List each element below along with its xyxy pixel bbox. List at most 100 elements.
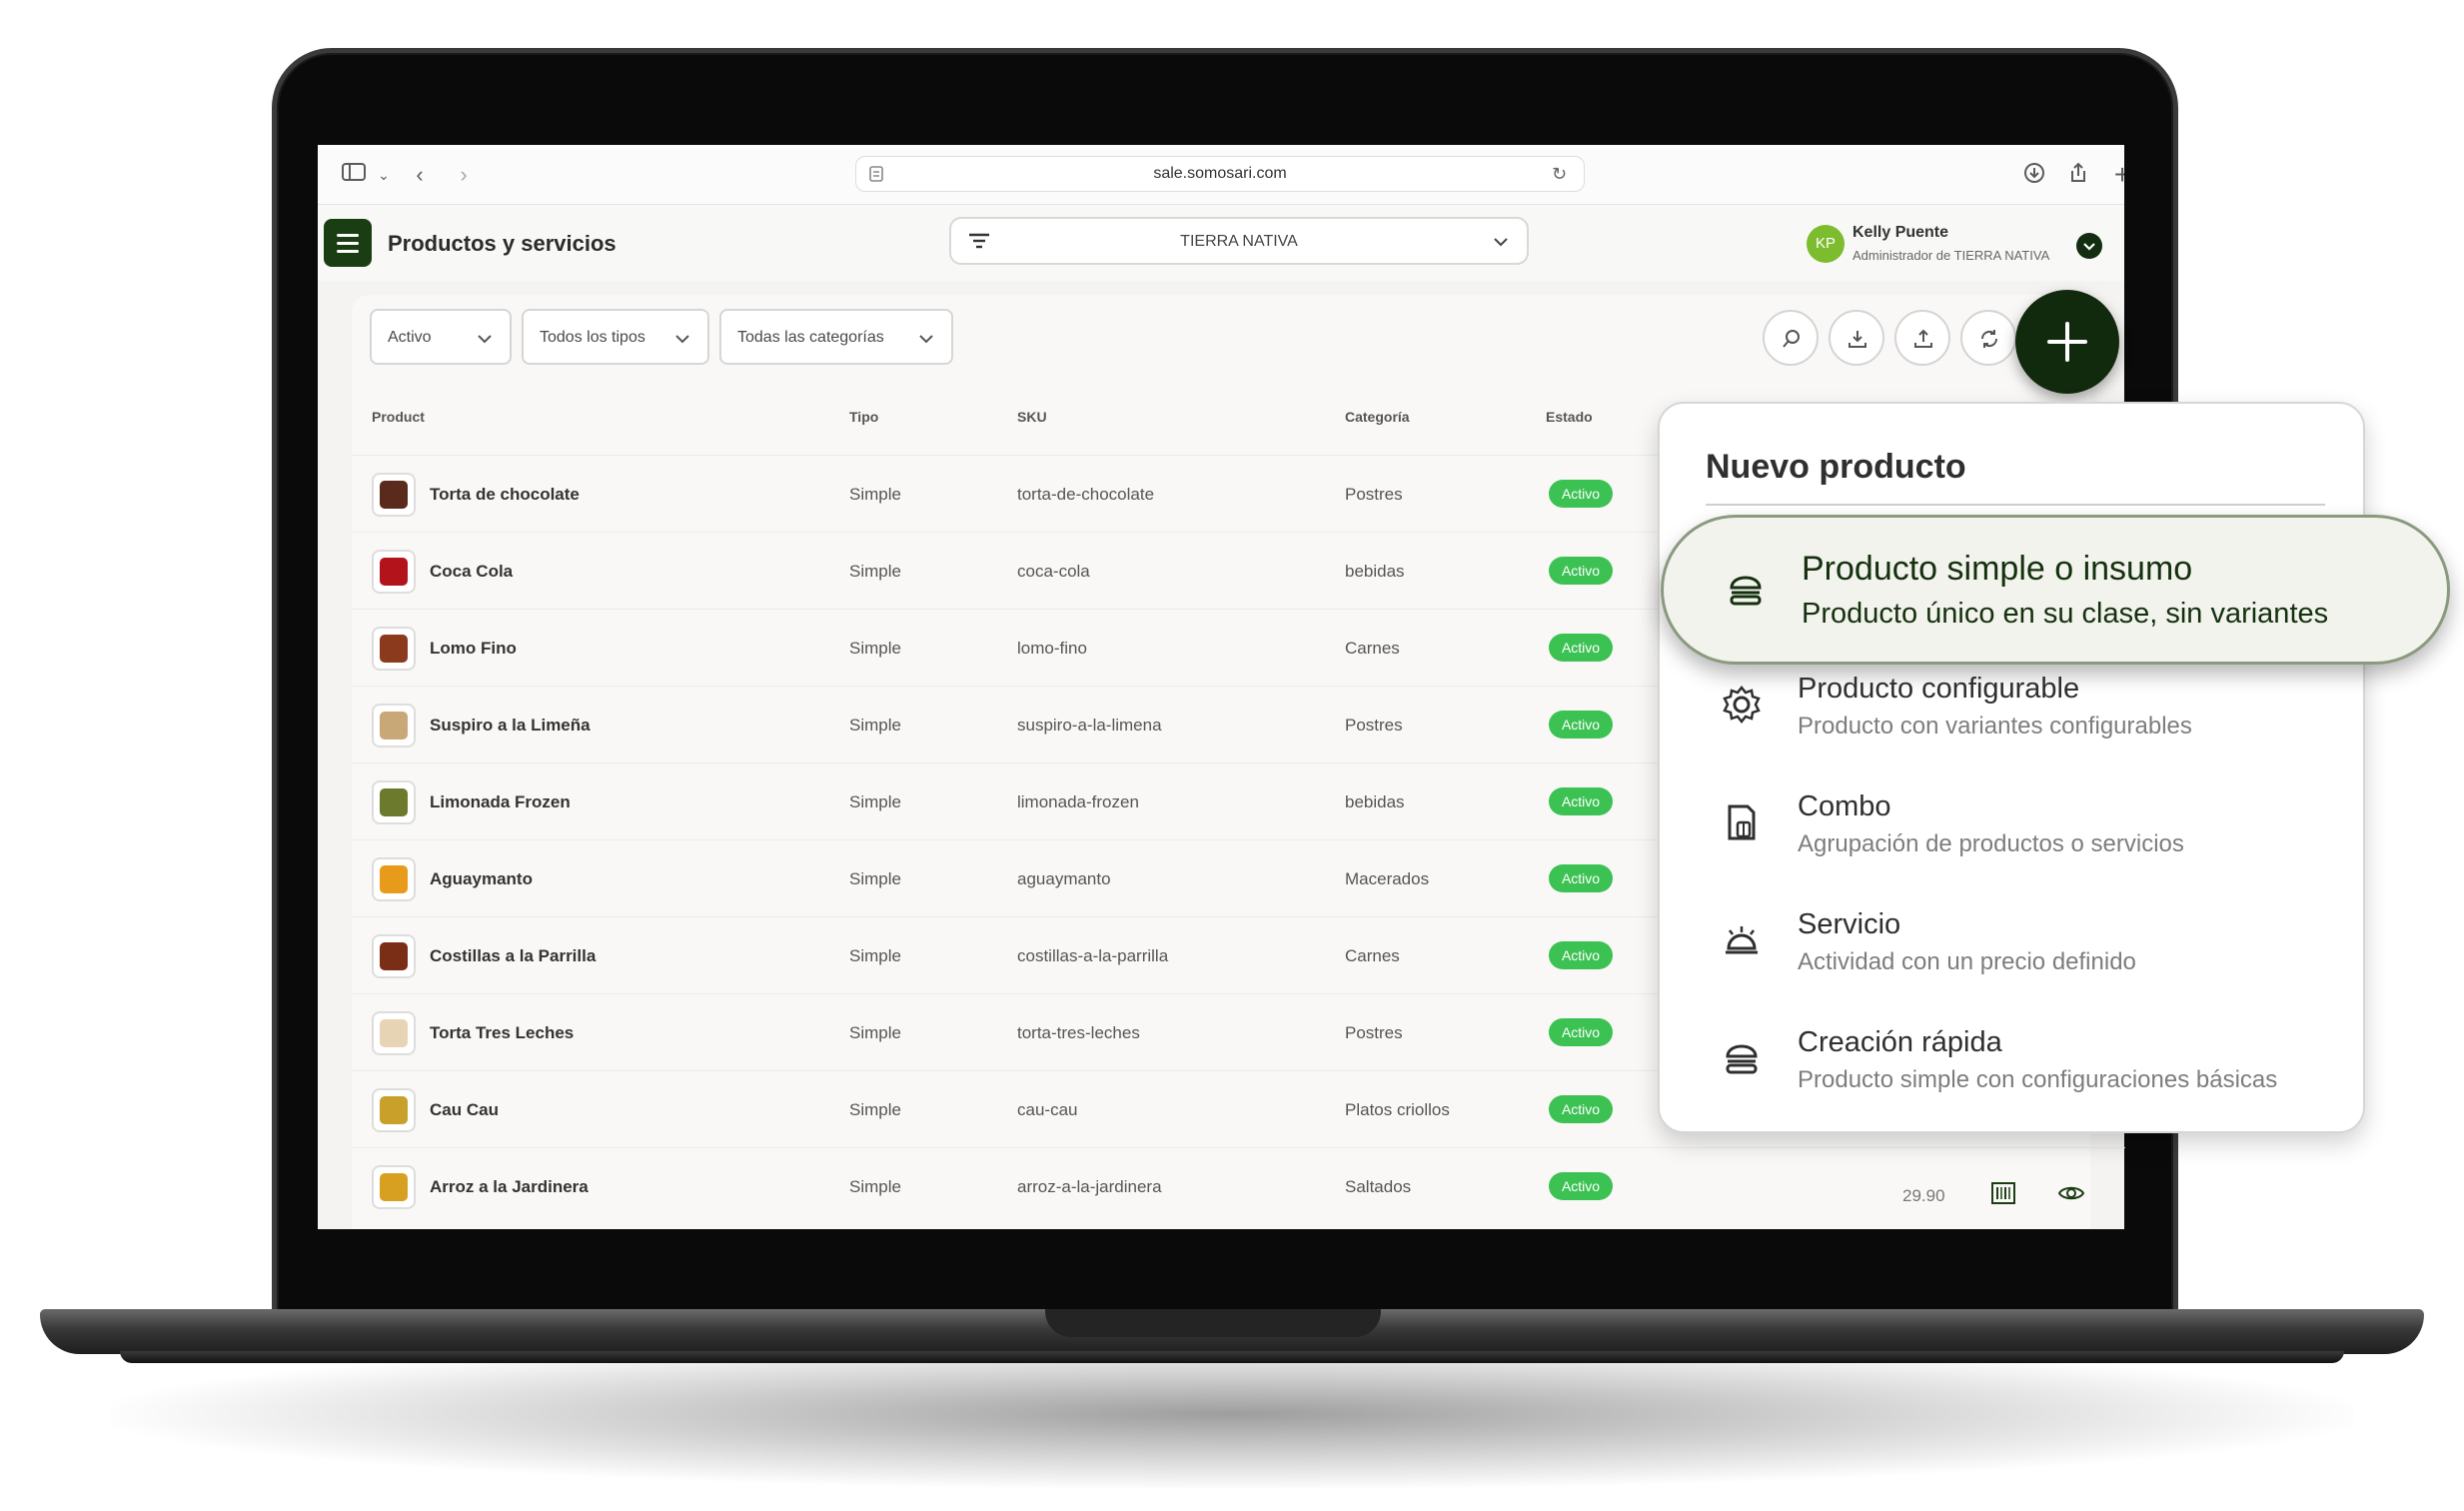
product-type: Simple: [849, 1100, 901, 1119]
product-sku: coca-cola: [1017, 562, 1090, 581]
product-type: Simple: [849, 869, 901, 888]
reload-icon[interactable]: ↻: [1552, 163, 1574, 185]
product-name[interactable]: Cau Cau: [430, 1100, 499, 1120]
product-image: [380, 865, 408, 893]
product-type: Simple: [849, 485, 901, 504]
type-filter[interactable]: Todos los tipos: [522, 309, 709, 365]
menu-item-label: Producto configurable: [1798, 673, 2080, 705]
barcode-icon[interactable]: [1988, 1178, 2018, 1208]
product-category: Carnes: [1345, 639, 1400, 658]
product-image: [380, 635, 408, 663]
new-tab-icon[interactable]: +: [2108, 161, 2124, 189]
table-row[interactable]: Torta de chocolate Simple torta-de-chocola…: [352, 455, 1658, 532]
status-badge: Activo: [1549, 1018, 1613, 1046]
product-name[interactable]: Torta Tres Leches: [430, 1023, 574, 1043]
menu-item-description: Producto con variantes configurables: [1798, 713, 2192, 740]
search-button[interactable]: [1763, 310, 1819, 366]
product-name[interactable]: Coca Cola: [430, 562, 513, 582]
product-name[interactable]: Costillas a la Parrilla: [430, 946, 596, 966]
avatar[interactable]: KP: [1807, 225, 1845, 263]
combo-icon: [1728, 804, 1756, 840]
product-sku: aguaymanto: [1017, 869, 1111, 888]
table-row[interactable]: Torta Tres Leches Simple torta-tres-leches…: [352, 993, 1658, 1070]
column-header-product[interactable]: Product: [372, 409, 425, 425]
add-product-button[interactable]: [2015, 290, 2119, 394]
product-name[interactable]: Lomo Fino: [430, 639, 517, 659]
product-name[interactable]: Limonada Frozen: [430, 792, 571, 812]
product-category: Carnes: [1345, 946, 1400, 965]
table-row[interactable]: Suspiro a la Limeña Simple suspiro-a-la-li…: [352, 686, 1658, 762]
product-thumbnail: [372, 780, 416, 824]
user-menu-chevron-icon[interactable]: [2076, 233, 2102, 259]
product-category: Postres: [1345, 716, 1403, 735]
search-icon: [1783, 330, 1800, 348]
product-image: [380, 1019, 408, 1047]
product-category: Postres: [1345, 1023, 1403, 1042]
status-badge: Activo: [1549, 1172, 1613, 1200]
download-icon[interactable]: [2020, 161, 2048, 189]
column-header-type[interactable]: Tipo: [849, 409, 878, 425]
product-name[interactable]: Arroz a la Jardinera: [430, 1177, 589, 1197]
table-row[interactable]: Limonada Frozen Simple limonada-frozen bebi…: [352, 762, 1658, 839]
menu-item-service[interactable]: Servicio Actividad con un precio definid…: [1658, 890, 2365, 1008]
chevron-down-icon: [1494, 238, 1508, 247]
table-row[interactable]: Cau Cau Simple cau-cau Platos criollos Activ…: [352, 1070, 1658, 1147]
upload-icon: [1914, 329, 1932, 348]
download-button[interactable]: [1829, 310, 1884, 366]
product-type: Simple: [849, 792, 901, 811]
table-row[interactable]: Coca Cola Simple coca-cola bebidas Activo: [352, 532, 1658, 609]
column-header-category[interactable]: Categoría: [1345, 409, 1410, 425]
product-image: [380, 1173, 408, 1201]
product-sku: arroz-a-la-jardinera: [1017, 1177, 1162, 1196]
url-text: sale.somosari.com: [1153, 165, 1287, 182]
status-filter[interactable]: Activo: [370, 309, 512, 365]
product-thumbnail: [372, 1011, 416, 1055]
product-sku: costillas-a-la-parrilla: [1017, 946, 1169, 965]
page-title: Productos y servicios: [388, 231, 616, 256]
share-icon[interactable]: [2064, 161, 2092, 189]
product-thumbnail: [372, 1088, 416, 1132]
upload-button[interactable]: [1894, 310, 1950, 366]
menu-item-description: Producto simple con configuraciones bási…: [1798, 1066, 2278, 1093]
menu-item-description: Actividad con un precio definido: [1798, 948, 2136, 975]
menu-item-description: Agrupación de productos o servicios: [1798, 830, 2184, 857]
forward-icon[interactable]: ›: [450, 161, 478, 189]
menu-item-combo[interactable]: Combo Agrupación de productos o servicio…: [1658, 772, 2365, 890]
product-name[interactable]: Torta de chocolate: [430, 485, 580, 505]
product-sku: limonada-frozen: [1017, 792, 1139, 811]
table-row[interactable]: Arroz a la Jardinera Simple arroz-a-la-jar…: [352, 1147, 2125, 1224]
eye-icon[interactable]: [2056, 1178, 2086, 1208]
chevron-down-icon[interactable]: ⌄: [370, 161, 398, 189]
status-badge: Activo: [1549, 787, 1613, 815]
menu-item-quick-create[interactable]: Creación rápida Producto simple con conf…: [1658, 1008, 2365, 1126]
product-thumbnail: [372, 934, 416, 978]
product-sku: suspiro-a-la-limena: [1017, 716, 1162, 735]
product-name[interactable]: Suspiro a la Limeña: [430, 716, 591, 736]
store-selector[interactable]: TIERRA NATIVA: [949, 217, 1529, 265]
column-header-status[interactable]: Estado: [1546, 409, 1593, 425]
url-bar[interactable]: sale.somosari.com ↻: [855, 156, 1585, 192]
product-name[interactable]: Aguaymanto: [430, 869, 533, 889]
burger-icon: [1730, 576, 1762, 606]
status-badge: Activo: [1549, 864, 1613, 892]
table-row[interactable]: Costillas a la Parrilla Simple costillas-a…: [352, 916, 1658, 993]
menu-item-simple-product[interactable]: Producto simple o insumo Producto único …: [1661, 515, 2450, 665]
product-image: [380, 481, 408, 509]
menu-button[interactable]: [324, 219, 372, 267]
column-header-sku[interactable]: SKU: [1017, 409, 1047, 425]
back-icon[interactable]: ‹: [406, 161, 434, 189]
chevron-down-icon: [675, 335, 689, 344]
table-row[interactable]: Aguaymanto Simple aguaymanto Macerados Activ…: [352, 839, 1658, 916]
sidebar-icon[interactable]: [340, 161, 368, 189]
table-row[interactable]: Lomo Fino Simple lomo-fino Carnes Activo: [352, 609, 1658, 686]
browser-toolbar: ⌄ ‹ › sale.somosari.com ↻ +: [318, 145, 2124, 205]
category-filter[interactable]: Todas las categorías: [719, 309, 953, 365]
menu-item-configurable-product[interactable]: Producto configurable Producto con varia…: [1658, 655, 2365, 772]
product-category: Saltados: [1345, 1177, 1412, 1196]
download-icon: [1848, 331, 1866, 348]
product-sku: cau-cau: [1017, 1100, 1078, 1119]
product-image: [380, 1096, 408, 1124]
menu-item-label: Producto simple o insumo: [1802, 550, 2193, 588]
sync-button[interactable]: [1960, 310, 2016, 366]
category-filter-value: Todas las categorías: [737, 329, 884, 346]
